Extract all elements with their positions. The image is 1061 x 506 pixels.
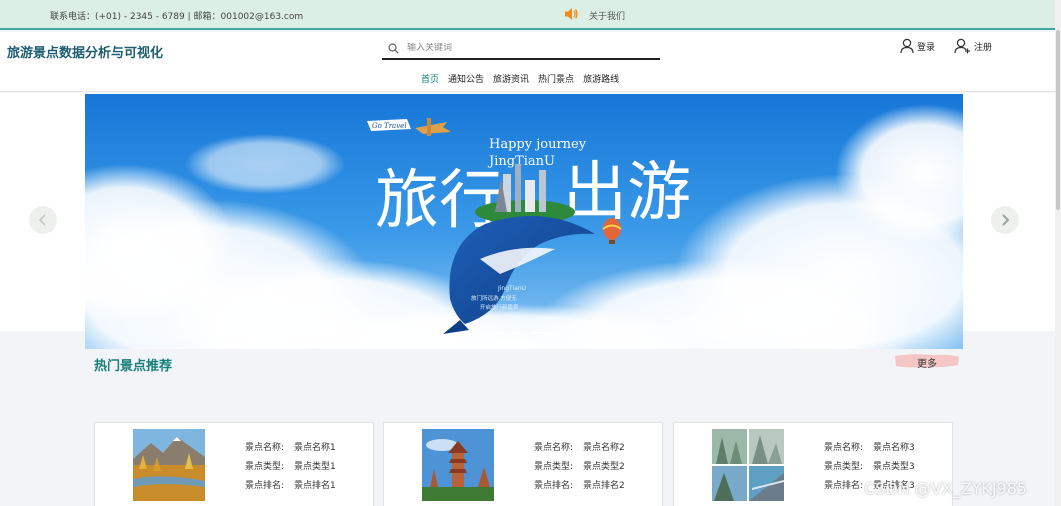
nav-item-home[interactable]: 首页 (421, 72, 439, 85)
spot-name: 景点名称3 (873, 443, 915, 453)
spot-card[interactable]: 景点名称: 景点名称2 景点类型: 景点类型2 景点排名: 景点排名2 (383, 422, 663, 506)
banner-subtitle-1: Happy journey (489, 137, 587, 152)
banner-small-line-2: 开启旅行新篇章 (480, 303, 519, 311)
spot-card[interactable]: 景点名称: 景点名称1 景点类型: 景点类型1 景点排名: 景点排名1 (94, 422, 374, 506)
search-box (382, 38, 660, 60)
banner-image: Go Travel 旅行 出游 Happy journey JingTianU … (85, 94, 963, 349)
watermark: CSDN @VX_ZYKJ985 (864, 479, 1028, 498)
chevron-right-icon (1000, 214, 1010, 226)
banner-small-line-1: 旅门所远游 方便无 (471, 294, 517, 302)
banner-tag: Go Travel (372, 122, 407, 130)
spot-rank: 景点排名2 (583, 481, 625, 491)
nav-item-news[interactable]: 旅游资讯 (493, 72, 529, 85)
spot-type: 景点类型2 (583, 462, 625, 472)
chevron-left-icon (38, 214, 48, 226)
page-scrollbar[interactable] (1055, 0, 1061, 506)
spot-type-label: 景点类型: (245, 462, 285, 472)
spot-name: 景点名称1 (294, 443, 336, 453)
about-label: 关于我们 (589, 11, 626, 22)
speaker-icon (563, 6, 579, 25)
user-icon (900, 38, 914, 54)
site-header: 旅游景点数据分析与可视化 登录 注册 (0, 32, 1061, 92)
more-label: 更多 (917, 359, 937, 370)
contact-info: 联系电话：(+01) - 2345 - 6789 | 邮箱：001002@163… (50, 12, 304, 22)
main-nav: 首页 通知公告 旅游资讯 热门景点 旅游路线 (421, 72, 619, 85)
slide-dot-1 (491, 332, 506, 334)
spot-name-label: 景点名称: (245, 443, 285, 453)
login-label: 登录 (917, 42, 936, 53)
user-add-icon (954, 38, 971, 54)
more-button[interactable]: 更多 (893, 352, 961, 370)
carousel-next-button[interactable] (991, 206, 1019, 234)
banner-carousel[interactable]: Go Travel 旅行 出游 Happy journey JingTianU … (85, 94, 963, 349)
spot-info: 景点名称: 景点名称1 景点类型: 景点类型1 景点排名: 景点排名1 (245, 439, 336, 496)
spot-rank-label: 景点排名: (245, 481, 285, 491)
nav-item-routes[interactable]: 旅游路线 (583, 72, 619, 85)
spot-type-label: 景点类型: (534, 462, 574, 472)
spot-image (712, 429, 784, 501)
carousel-prev-button[interactable] (29, 206, 57, 234)
slide-dot-2 (511, 332, 526, 334)
top-contact-bar: 联系电话：(+01) - 2345 - 6789 | 邮箱：001002@163… (0, 0, 1061, 30)
nav-item-notices[interactable]: 通知公告 (448, 72, 484, 85)
search-icon[interactable] (388, 42, 399, 54)
about-link[interactable]: 关于我们 (563, 6, 625, 24)
login-button[interactable]: 登录 (900, 38, 935, 54)
scrollbar-thumb[interactable] (1056, 30, 1060, 210)
nav-item-hot-spots[interactable]: 热门景点 (538, 72, 574, 85)
spot-name-label: 景点名称: (824, 443, 864, 453)
spot-rank: 景点排名1 (294, 481, 336, 491)
spot-rank-label: 景点排名: (534, 481, 574, 491)
spot-image (133, 429, 205, 501)
register-label: 注册 (974, 42, 993, 53)
search-input[interactable] (407, 43, 647, 53)
spot-image (422, 429, 494, 501)
site-title: 旅游景点数据分析与可视化 (7, 46, 164, 61)
spot-name: 景点名称2 (583, 443, 625, 453)
register-button[interactable]: 注册 (954, 38, 992, 54)
banner-subtitle-2: JingTianU (487, 154, 555, 169)
spot-type-label: 景点类型: (824, 462, 864, 472)
spot-name-label: 景点名称: (534, 443, 574, 453)
spot-type: 景点类型1 (294, 462, 336, 472)
hot-spots-section-title: 热门景点推荐 (94, 359, 173, 374)
spot-info: 景点名称: 景点名称2 景点类型: 景点类型2 景点排名: 景点排名2 (534, 439, 625, 496)
banner-small-brand: JingTianU (497, 285, 526, 292)
banner-headline-right: 出游 (563, 156, 691, 230)
spot-type: 景点类型3 (873, 462, 915, 472)
spot-rank-label: 景点排名: (824, 481, 864, 491)
slide-dot-3 (531, 332, 548, 334)
